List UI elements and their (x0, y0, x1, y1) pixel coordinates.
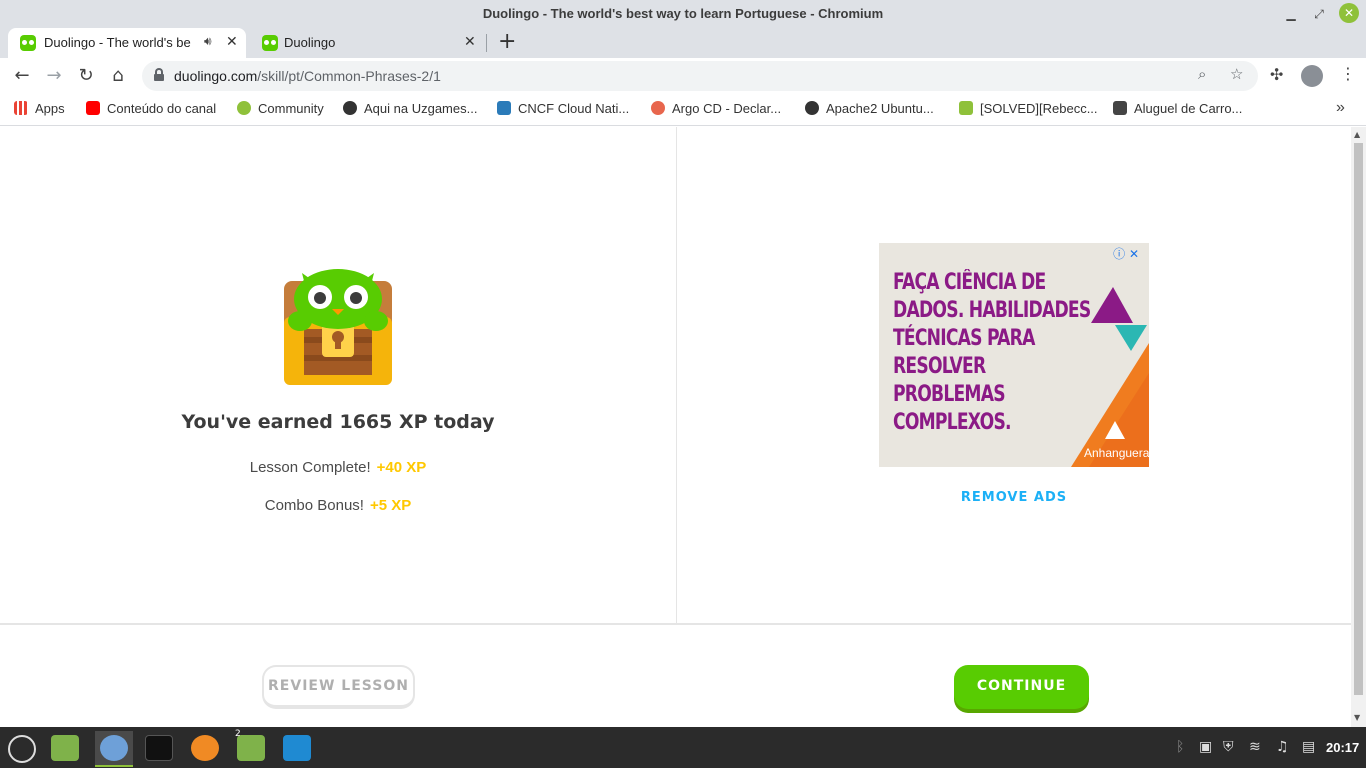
tab-close-icon[interactable]: ✕ (226, 33, 238, 50)
vscode-icon (283, 735, 311, 761)
footer-divider (0, 623, 1351, 625)
tab-separator (486, 34, 487, 52)
duolingo-favicon-icon (262, 35, 278, 51)
xp-row-value: +5 XP (369, 497, 412, 514)
tab-duolingo-active[interactable]: Duolingo - The world's be 🔊︎ ✕ (8, 28, 246, 58)
bookmark-star-icon[interactable]: ☆ (1230, 65, 1243, 83)
tab-close-icon[interactable]: ✕ (464, 33, 476, 50)
files-group-taskbar-button[interactable]: 2 (232, 729, 270, 767)
shield-icon[interactable]: ⛨ (1223, 739, 1234, 755)
scroll-up-arrow-icon[interactable]: ▲ (1354, 130, 1360, 139)
apps-grid-icon (14, 101, 28, 115)
wifi-icon[interactable]: ≋ (1249, 739, 1261, 755)
minimize-button[interactable]: ▁ (1281, 4, 1301, 24)
cncf-icon (497, 101, 511, 115)
bookmark-solved[interactable]: [SOLVED][Rebecc... (959, 101, 1098, 116)
combo-bonus-row: Combo Bonus! +5 XP (0, 497, 676, 514)
xp-row-label: Lesson Complete! (249, 459, 371, 476)
clock[interactable]: 20:17 (1326, 740, 1359, 755)
system-taskbar: 2 ᛒ ▣ ⛨ ≋ ♫ ▤ 20:17 (0, 727, 1366, 768)
files-taskbar-button[interactable] (46, 731, 84, 767)
browser-toolbar: ← → ↻ ⌂ duolingo.com/skill/pt/Common-Phr… (0, 58, 1366, 94)
tab-title: Duolingo (284, 35, 336, 50)
zoom-icon[interactable]: ⌕ (1198, 65, 1206, 83)
bookmark-cncf[interactable]: CNCF Cloud Nati... (497, 101, 629, 116)
window-titlebar: Duolingo - The world's best way to learn… (0, 0, 1366, 28)
browser-menu-icon[interactable]: ⋮ (1340, 64, 1356, 83)
profile-avatar[interactable] (1301, 65, 1323, 87)
bookmark-argo-cd[interactable]: Argo CD - Declar... (651, 101, 781, 116)
forward-button[interactable]: → (42, 64, 66, 88)
mint-logo-icon (8, 735, 36, 763)
globe-icon (343, 101, 357, 115)
back-button[interactable]: ← (10, 64, 34, 88)
globe-icon (805, 101, 819, 115)
bookmark-apps[interactable]: Apps (14, 101, 65, 116)
maximize-button[interactable]: ⤢ (1309, 4, 1329, 24)
youtube-icon (86, 101, 100, 115)
duo-treasure-chest-icon (284, 269, 392, 385)
tab-strip: Duolingo - The world's be 🔊︎ ✕ Duolingo … (0, 28, 1366, 58)
audio-playing-icon[interactable]: 🔊︎ (204, 34, 212, 49)
folder-icon (237, 735, 265, 761)
ad-info-close-icon[interactable]: ⓘ ✕ (1113, 245, 1139, 262)
bookmark-youtube[interactable]: Conteúdo do canal (86, 101, 216, 116)
mint-menu-button[interactable] (2, 731, 40, 767)
continue-button[interactable]: CONTINUE (954, 665, 1089, 709)
bookmark-aluguel[interactable]: Aluguel de Carro... (1113, 101, 1242, 116)
page-scrollbar[interactable]: ▲ ▼ (1351, 127, 1366, 727)
ad-brand-label: Anhanguera (1084, 446, 1149, 460)
lesson-complete-row: Lesson Complete! +40 XP (0, 459, 676, 476)
bookmark-uzgames[interactable]: Aqui na Uzgames... (343, 101, 477, 116)
xp-row-value: +40 XP (376, 459, 427, 476)
new-tab-button[interactable]: + (498, 30, 516, 54)
column-divider (676, 127, 677, 623)
url-text[interactable]: duolingo.com/skill/pt/Common-Phrases-2/1 (174, 68, 441, 84)
scroll-down-arrow-icon[interactable]: ▼ (1354, 713, 1360, 722)
terminal-taskbar-button[interactable] (140, 731, 178, 767)
m-logo-icon (1113, 101, 1127, 115)
chromium-icon (100, 735, 128, 761)
duolingo-favicon-icon (20, 35, 36, 51)
vscode-taskbar-button[interactable] (278, 731, 316, 767)
clipboard-icon[interactable]: ▣ (1199, 739, 1212, 755)
bookmarks-bar: Apps Conteúdo do canal Community Aqui na… (0, 94, 1366, 126)
reload-button[interactable]: ↻ (74, 64, 98, 88)
window-title: Duolingo - The world's best way to learn… (482, 6, 884, 21)
firefox-icon (191, 735, 219, 761)
mint-icon (237, 101, 251, 115)
bookmark-community[interactable]: Community (237, 101, 324, 116)
tab-title: Duolingo - The world's be (44, 35, 191, 50)
tab-duolingo[interactable]: Duolingo ✕ (250, 28, 486, 58)
remove-ads-link[interactable]: REMOVE ADS (879, 490, 1149, 505)
extensions-icon[interactable]: ✣ (1270, 65, 1283, 84)
folder-icon (51, 735, 79, 761)
lock-icon[interactable] (154, 68, 164, 81)
scroll-thumb[interactable] (1354, 143, 1363, 695)
ad-headline: FAÇA CIÊNCIA DE DADOS. HABILIDADES TÉCNI… (893, 270, 1091, 435)
advertisement-banner[interactable]: ⓘ ✕ FAÇA CIÊNCIA DE DADOS. HABILIDADES T… (879, 243, 1149, 467)
address-bar[interactable]: duolingo.com/skill/pt/Common-Phrases-2/1… (142, 61, 1258, 91)
argo-icon (651, 101, 665, 115)
bookmark-apache2[interactable]: Apache2 Ubuntu... (805, 101, 934, 116)
chromium-taskbar-button[interactable] (95, 731, 133, 767)
terminal-icon (145, 735, 173, 761)
sound-icon[interactable]: ♫ (1276, 739, 1289, 755)
xp-row-label: Combo Bonus! (264, 497, 364, 514)
xp-earned-heading: You've earned 1665 XP today (181, 411, 495, 433)
home-button[interactable]: ⌂ (106, 64, 130, 88)
doc-icon (959, 101, 973, 115)
bluetooth-icon[interactable]: ᛒ (1176, 739, 1184, 755)
more-bookmarks-icon[interactable]: » (1336, 99, 1345, 117)
battery-icon[interactable]: ▤ (1302, 739, 1315, 755)
lesson-complete-page: You've earned 1665 XP today Lesson Compl… (0, 127, 1351, 727)
review-lesson-button[interactable]: REVIEW LESSON (262, 665, 415, 709)
firefox-taskbar-button[interactable] (186, 731, 224, 767)
window-count-badge: 2 (235, 729, 241, 739)
close-window-button[interactable]: ✕ (1339, 3, 1359, 23)
